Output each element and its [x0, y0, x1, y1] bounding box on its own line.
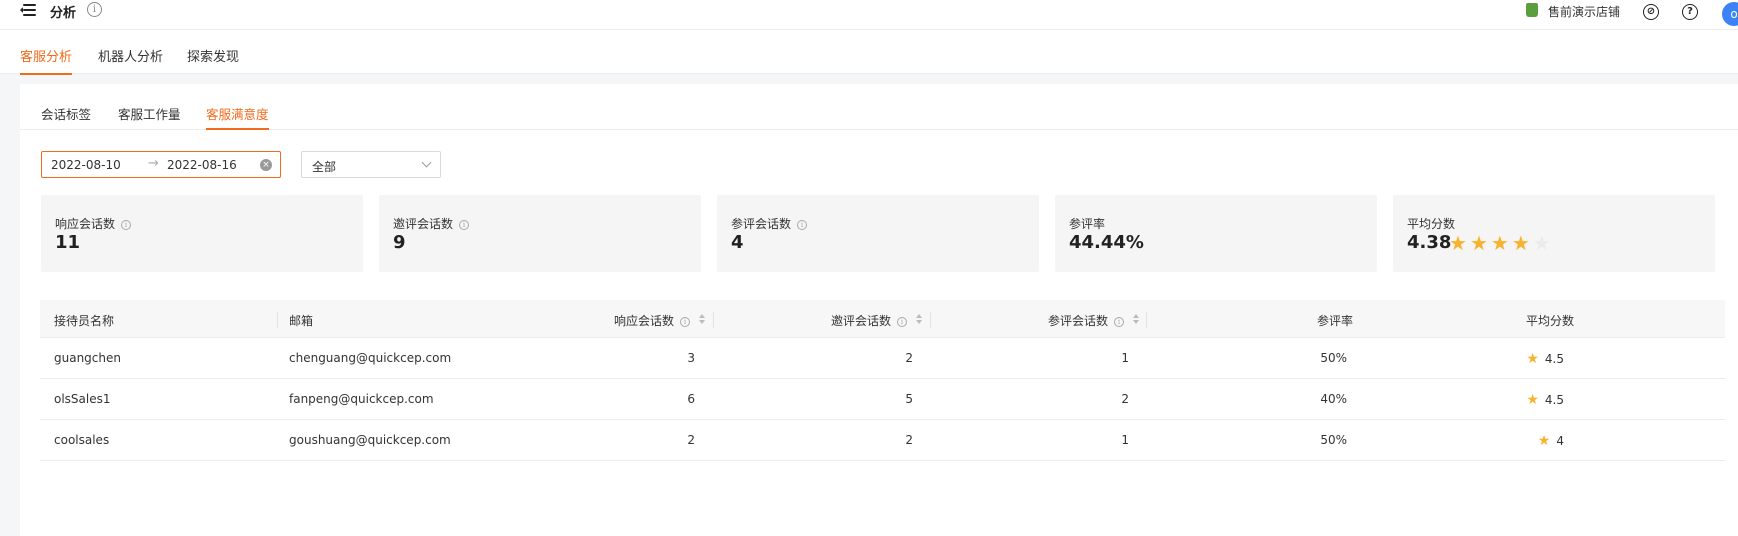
select-value: 全部: [312, 160, 337, 174]
stat-card-average-score: 平均分数 4.38 ★ ★ ★ ★ ★: [1393, 195, 1715, 272]
tab-session-tags[interactable]: 会话标签: [41, 104, 91, 123]
cell-agent-name: olsSales1: [54, 392, 111, 406]
info-icon[interactable]: i: [1114, 317, 1125, 327]
stat-label: 响应会话数 i: [55, 215, 132, 232]
star-icon: ★: [1526, 351, 1539, 367]
shop-icon: [1526, 3, 1538, 17]
agent-select[interactable]: 全部: [301, 151, 441, 178]
col-average-score: 平均分数: [1526, 314, 1575, 328]
col-agent-name: 接待员名称: [54, 314, 115, 328]
stat-value: 4.38: [1407, 232, 1452, 253]
stat-card-rate: 参评率 44.44%: [1055, 195, 1377, 272]
table-header: 接待员名称 邮箱 响应会话数 i 邀评会话数 i 参评会话数 i 参评率 平均分数: [40, 300, 1725, 338]
table-body: guangchen chenguang@quickcep.com 3 2 1 50% ★ 4.…: [40, 338, 1725, 461]
cell-rated: 1: [1121, 351, 1129, 365]
column-divider: [930, 312, 931, 328]
cell-responded: 6: [687, 392, 695, 406]
star-filled-icon: ★: [1490, 231, 1509, 255]
info-icon[interactable]: i: [680, 317, 691, 327]
star-filled-icon: ★: [1511, 231, 1530, 255]
cell-invited: 2: [905, 433, 913, 447]
cell-rate: 50%: [1320, 351, 1347, 365]
tab-agent-satisfaction[interactable]: 客服满意度: [206, 104, 269, 130]
tab-agent-workload[interactable]: 客服工作量: [118, 104, 181, 123]
star-rating: ★ ★ ★ ★ ★: [1449, 233, 1554, 254]
stat-label: 参评会话数 i: [731, 215, 808, 232]
stat-value: 4: [731, 232, 744, 253]
cell-average-score: ★ 4.5: [1526, 351, 1564, 367]
top-bar: 分析 i 售前演示店铺 ⊘ ? o: [0, 0, 1738, 30]
table-row: coolsales goushuang@quickcep.com 2 2 1 50% ★ 4: [40, 420, 1725, 461]
star-filled-icon: ★: [1469, 231, 1488, 255]
cell-rated: 2: [1121, 392, 1129, 406]
cell-rated: 1: [1121, 433, 1129, 447]
col-invited[interactable]: 邀评会话数 i: [831, 312, 923, 329]
column-divider: [277, 312, 278, 328]
content-card: 会话标签 客服工作量 客服满意度 2022-08-10 → 2022-08-16…: [20, 84, 1738, 536]
date-range-picker[interactable]: 2022-08-10 → 2022-08-16 ×: [41, 151, 281, 178]
cell-average-score: ★ 4: [1537, 433, 1564, 449]
tab-bot-analysis[interactable]: 机器人分析: [98, 46, 163, 65]
date-end-input[interactable]: 2022-08-16: [167, 158, 237, 172]
page-title: 分析: [50, 6, 77, 21]
cell-rate: 40%: [1320, 392, 1347, 406]
stat-card-rated: 参评会话数 i 4: [717, 195, 1039, 272]
info-icon[interactable]: i: [897, 317, 908, 327]
star-icon: ★: [1526, 392, 1539, 408]
cell-email: chenguang@quickcep.com: [289, 351, 452, 365]
stat-card-invited: 邀评会话数 i 9: [379, 195, 701, 272]
info-icon[interactable]: i: [459, 220, 470, 230]
clear-icon[interactable]: ×: [260, 159, 272, 171]
sort-icon[interactable]: [699, 314, 706, 324]
cell-invited: 5: [905, 392, 913, 406]
tab-explore[interactable]: 探索发现: [187, 46, 239, 65]
chevron-down-icon: [421, 157, 432, 168]
cell-email: fanpeng@quickcep.com: [289, 392, 434, 406]
menu-collapse-icon[interactable]: [20, 4, 36, 18]
info-icon[interactable]: i: [121, 220, 132, 230]
col-rate: 参评率: [1317, 314, 1354, 328]
compass-icon[interactable]: ⊘: [1643, 4, 1659, 20]
tab-agent-analysis[interactable]: 客服分析: [20, 46, 73, 75]
stat-label: 平均分数: [1407, 217, 1456, 231]
column-divider: [713, 312, 714, 328]
cell-email: goushuang@quickcep.com: [289, 433, 451, 447]
cell-responded: 3: [687, 351, 695, 365]
cell-rate: 50%: [1320, 433, 1347, 447]
date-start-input[interactable]: 2022-08-10: [51, 158, 121, 172]
sort-icon[interactable]: [916, 314, 923, 324]
shop-name[interactable]: 售前演示店铺: [1548, 3, 1620, 20]
stat-label: 邀评会话数 i: [393, 215, 470, 232]
stat-value: 9: [393, 232, 406, 253]
col-email: 邮箱: [289, 314, 314, 328]
main-tabs: 客服分析 机器人分析 探索发现: [0, 30, 1738, 75]
sub-tabs: 会话标签 客服工作量 客服满意度: [20, 84, 1738, 130]
cell-responded: 2: [687, 433, 695, 447]
info-icon[interactable]: i: [797, 220, 808, 230]
arrow-right-icon: →: [148, 156, 159, 171]
stat-value: 44.44%: [1069, 232, 1144, 253]
stat-card-responded: 响应会话数 i 11: [41, 195, 363, 272]
col-responded[interactable]: 响应会话数 i: [614, 312, 706, 329]
cell-average-score: ★ 4.5: [1526, 392, 1564, 408]
star-empty-icon: ★: [1532, 231, 1551, 255]
avatar[interactable]: o: [1722, 2, 1738, 26]
star-icon: ★: [1537, 433, 1551, 449]
cell-agent-name: coolsales: [54, 433, 110, 447]
star-filled-icon: ★: [1449, 231, 1467, 255]
column-divider: [1146, 312, 1147, 328]
sort-icon[interactable]: [1133, 314, 1140, 324]
table-row: guangchen chenguang@quickcep.com 3 2 1 50% ★ 4.…: [40, 338, 1725, 379]
cell-agent-name: guangchen: [54, 351, 121, 365]
col-rated[interactable]: 参评会话数 i: [1048, 312, 1140, 329]
stat-value: 11: [55, 232, 81, 253]
cell-invited: 2: [905, 351, 913, 365]
info-icon[interactable]: i: [87, 2, 102, 17]
table-row: olsSales1 fanpeng@quickcep.com 6 5 2 40% ★ 4.5: [40, 379, 1725, 420]
satisfaction-table: 接待员名称 邮箱 响应会话数 i 邀评会话数 i 参评会话数 i 参评率 平均分数 g…: [40, 300, 1725, 461]
help-icon[interactable]: ?: [1682, 4, 1698, 20]
stat-label: 参评率: [1069, 217, 1106, 231]
